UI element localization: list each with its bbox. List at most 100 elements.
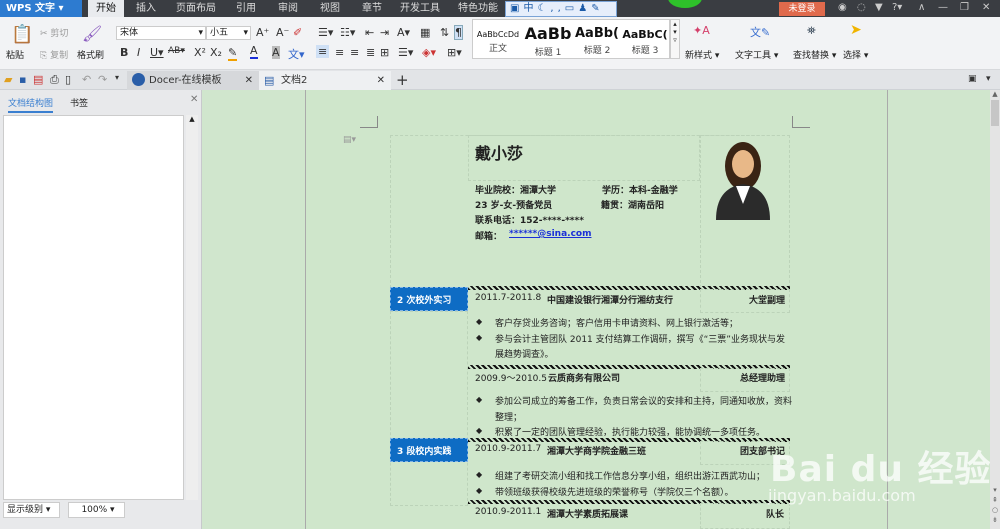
bold-icon[interactable]: B: [120, 46, 128, 59]
char-shading-icon[interactable]: A: [272, 46, 280, 59]
grow-font-icon[interactable]: A⁺: [256, 26, 269, 39]
font-select[interactable]: 宋体 ▾: [116, 26, 206, 40]
underline-icon[interactable]: U▾: [150, 46, 164, 59]
shrink-font-icon[interactable]: A⁻: [276, 26, 289, 39]
increase-indent-icon[interactable]: ⇥: [380, 26, 389, 39]
close-tab-icon[interactable]: ✕: [245, 71, 253, 90]
table-icon[interactable]: ▦: [420, 26, 430, 39]
paste-button[interactable]: 粘贴: [6, 48, 24, 61]
borders-icon[interactable]: ⊞▾: [447, 46, 462, 59]
phone: 联系电话：152-****-****: [475, 216, 584, 226]
origin: 籍贯：湖南岳阳: [601, 201, 665, 211]
tab-menu-icon[interactable]: ▾: [986, 74, 991, 84]
tab-features[interactable]: 特色功能: [454, 0, 502, 17]
document-scrollbar[interactable]: ▲ ▾ ⇞ ○ ⇟: [990, 90, 1000, 529]
print-icon[interactable]: ⎙: [50, 73, 59, 87]
strikethrough-icon[interactable]: AB▾: [168, 46, 185, 56]
close-panel-icon[interactable]: ✕: [190, 94, 198, 105]
close-icon[interactable]: ✕: [982, 2, 990, 13]
ime-toolbar[interactable]: ▣中☾,,▭♟✎: [505, 1, 617, 17]
bullet-icon: ◆: [476, 470, 483, 479]
shirt-icon[interactable]: ▼: [875, 2, 883, 13]
sort-icon[interactable]: ⇅: [440, 26, 449, 39]
redo-icon[interactable]: ↷: [98, 73, 107, 86]
tab-insert[interactable]: 插入: [130, 0, 162, 17]
style-heading-3[interactable]: AaBbC(标题 3: [621, 24, 669, 56]
decrease-indent-icon[interactable]: ⇤: [365, 26, 374, 39]
tab-developer[interactable]: 开发工具: [396, 0, 444, 17]
quick-access-dropdown[interactable]: ▾: [115, 73, 119, 82]
align-left-icon[interactable]: ≡: [316, 45, 330, 58]
style-gallery: AaBbCcDd 正文 AaBb 标题 1 AaBb(标题 2 AaBbC(标题 3: [472, 19, 670, 59]
tab-view[interactable]: 视图: [314, 0, 346, 17]
minimize-icon[interactable]: —: [938, 2, 948, 13]
help-icon[interactable]: ?▾: [892, 2, 902, 13]
undo-icon[interactable]: ↶: [82, 73, 91, 86]
clear-format-icon[interactable]: ✐: [293, 26, 302, 39]
tab-layout[interactable]: 页面布局: [172, 0, 220, 17]
skin-icon[interactable]: ◉: [838, 2, 847, 13]
highlight-icon[interactable]: ✎: [228, 46, 238, 61]
phonetic-icon[interactable]: 文▾: [288, 46, 305, 62]
zoom-select[interactable]: 100% ▾: [68, 502, 125, 518]
email-link[interactable]: ******@sina.com: [509, 229, 591, 239]
tab-review[interactable]: 审阅: [272, 0, 304, 17]
feedback-icon[interactable]: ◌: [857, 2, 866, 13]
restore-icon[interactable]: ❐: [960, 2, 969, 13]
align-center-icon[interactable]: ≡: [335, 46, 344, 59]
style-heading-2[interactable]: AaBb(标题 2: [573, 24, 621, 56]
style-gallery-scroll[interactable]: ▴ ▾ ▿: [670, 19, 680, 59]
paste-options-icon[interactable]: ▤▾: [343, 135, 356, 145]
cut-button[interactable]: ✂ 剪切: [40, 26, 68, 39]
tab-references[interactable]: 引用: [230, 0, 262, 17]
app-menu-button[interactable]: WPS 文字 ▾: [0, 0, 82, 17]
bullet-list-icon[interactable]: ☰▾: [318, 26, 333, 39]
show-marks-icon[interactable]: ¶: [454, 25, 463, 40]
save-icon[interactable]: ▪: [19, 73, 26, 86]
italic-icon[interactable]: I: [137, 46, 140, 59]
page-nav-icons[interactable]: ▾ ⇞ ○ ⇟: [990, 485, 1000, 525]
text-direction-icon[interactable]: A▾: [397, 26, 410, 39]
find-replace-button[interactable]: 查找替换 ▾: [793, 48, 836, 61]
display-level-select[interactable]: 显示级别 ▾: [3, 502, 60, 518]
tab-list-icon[interactable]: ▣: [968, 74, 977, 84]
panel-scrollbar[interactable]: ▲: [186, 115, 198, 500]
collapse-ribbon-icon[interactable]: ∧: [918, 2, 925, 13]
font-size-select[interactable]: 小五 ▾: [206, 26, 251, 40]
distributed-icon[interactable]: ⊞: [380, 46, 389, 59]
print-preview-icon[interactable]: ▯: [65, 73, 71, 86]
degree: 学历：本科-金融学: [602, 186, 678, 196]
copy-button[interactable]: ⎘ 复制: [40, 48, 68, 61]
document-map-tree[interactable]: [3, 115, 184, 500]
style-heading-1[interactable]: AaBb 标题 1: [523, 24, 573, 58]
bullet-icon: ◆: [476, 486, 483, 495]
export-pdf-icon[interactable]: ▤: [33, 73, 43, 86]
font-color-icon[interactable]: A: [250, 44, 258, 59]
close-tab-icon[interactable]: ✕: [377, 71, 385, 90]
new-tab-icon[interactable]: +: [396, 71, 409, 89]
tab-chapter[interactable]: 章节: [356, 0, 388, 17]
tab-home[interactable]: 开始: [88, 0, 124, 17]
style-normal[interactable]: AaBbCcDd 正文: [475, 24, 521, 54]
superscript-icon[interactable]: X²: [194, 46, 206, 59]
justify-icon[interactable]: ≣: [366, 46, 375, 59]
tab-docer[interactable]: Docer-在线模板 ✕: [127, 71, 259, 90]
document-icon: ▤: [264, 74, 275, 87]
numbered-list-icon[interactable]: ☷▾: [340, 26, 355, 39]
login-button[interactable]: 未登录: [779, 2, 825, 16]
select-button[interactable]: 选择 ▾: [843, 48, 868, 61]
format-painter-button[interactable]: 格式刷: [77, 48, 104, 61]
tab-document-2[interactable]: 文档2 ✕: [259, 71, 391, 90]
align-right-icon[interactable]: ≡: [350, 46, 359, 59]
scroll-thumb[interactable]: [991, 100, 999, 126]
entry-bullet: 组建了考研交流小组和找工作信息分享小组，组织出游江西武功山；: [495, 472, 766, 482]
open-icon[interactable]: ▰: [4, 73, 12, 86]
shading-icon[interactable]: ◈▾: [422, 46, 436, 59]
subscript-icon[interactable]: X₂: [210, 46, 222, 59]
tab-bookmarks[interactable]: 书签: [70, 96, 88, 109]
tab-document-map[interactable]: 文档结构图: [8, 96, 54, 113]
new-style-button[interactable]: 新样式 ▾: [685, 48, 719, 61]
entry-bullet: 积累了一定的团队管理经验，执行能力较强，能协调统一多项任务。: [495, 428, 766, 438]
text-tools-button[interactable]: 文字工具 ▾: [735, 48, 778, 61]
line-spacing-icon[interactable]: ☰▾: [398, 46, 413, 59]
